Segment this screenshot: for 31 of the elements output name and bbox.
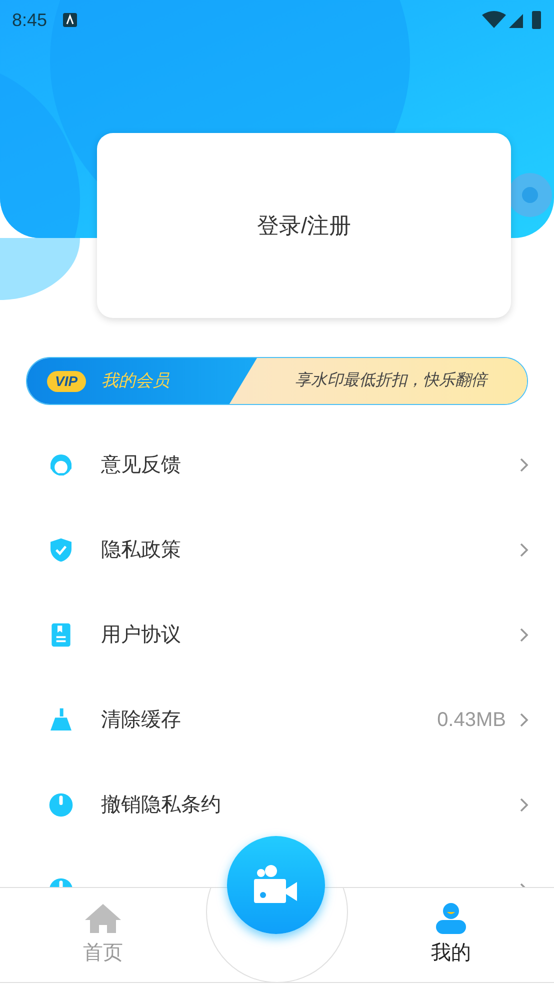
status-time: 8:45	[12, 8, 48, 32]
menu-label: 用户协议	[101, 622, 182, 648]
vip-title: 我的会员	[102, 370, 170, 392]
chevron-right-icon	[518, 542, 530, 558]
chevron-right-icon	[518, 796, 530, 812]
vip-slogan: 享水印最低折扣，快乐翻倍	[295, 370, 487, 391]
menu-item[interactable]: 撤销隐私条约	[0, 762, 554, 847]
nav-tab[interactable]: 我的	[348, 888, 554, 982]
keyboard-icon	[63, 13, 78, 27]
chevron-right-icon	[518, 626, 530, 642]
login-card[interactable]: 登录/注册	[97, 133, 511, 318]
status-icons	[482, 10, 542, 30]
home-icon	[83, 902, 123, 934]
menu-item[interactable]: 隐私政策	[0, 507, 554, 592]
cache-size: 0.43MB	[437, 708, 506, 732]
login-register-link[interactable]: 登录/注册	[256, 209, 352, 242]
video-camera-icon	[254, 865, 298, 905]
menu-label: 撤销隐私条约	[101, 792, 222, 818]
user-icon	[435, 902, 467, 934]
menu-label: 清除缓存	[101, 708, 182, 732]
camera-button[interactable]	[227, 836, 325, 934]
menu-label: 隐私政策	[101, 538, 182, 562]
chevron-right-icon	[518, 712, 530, 728]
vip-banner[interactable]: VIP 我的会员 享水印最低折扣，快乐翻倍	[26, 357, 528, 405]
menu-label: 意见反馈	[101, 452, 182, 478]
chevron-right-icon	[518, 456, 530, 472]
menu-item[interactable]: 清除缓存 0.43MB	[0, 677, 554, 762]
menu-item[interactable]: 用户协议	[0, 592, 554, 677]
menu-item[interactable]: 意见反馈	[0, 422, 554, 507]
vip-badge: VIP	[47, 370, 86, 392]
power-icon	[47, 790, 75, 818]
